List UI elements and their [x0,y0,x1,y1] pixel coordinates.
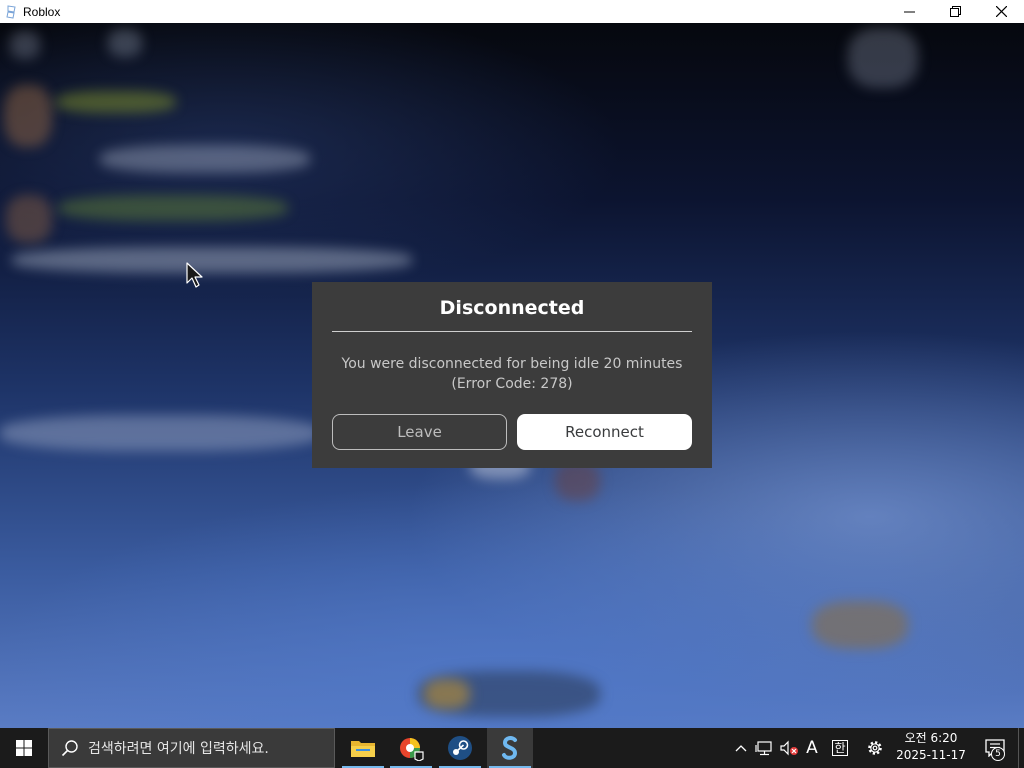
notification-count: 5 [995,749,1001,759]
minimize-icon [903,11,915,13]
taskbar: 검색하려면 여기에 입력하세요. A 한 오전 6:20 2025-11-17 … [0,728,1024,768]
search-placeholder: 검색하려면 여기에 입력하세요. [88,741,269,757]
taskbar-search-box[interactable]: 검색하려면 여기에 입력하세요. [48,728,335,768]
steam-icon [448,736,472,760]
network-icon [755,741,772,756]
search-icon [61,740,78,757]
window-title: Roblox [23,4,61,19]
roblox-icon [502,736,518,760]
clock-date: 2025-11-17 [896,748,966,762]
restore-button[interactable] [932,0,978,23]
folder-icon [351,741,375,757]
blurred-topbar-icon [108,29,142,57]
roblox-app-icon [6,4,16,19]
start-button[interactable] [0,728,48,768]
reconnect-button[interactable]: Reconnect [517,414,692,450]
restore-icon [949,6,961,17]
leave-button[interactable]: Leave [332,414,507,450]
dialog-error-code: (Error Code: 278) [451,376,573,392]
blurred-chat-avatar [6,195,52,243]
blurred-chat-avatar [4,85,52,147]
settings-button[interactable] [863,728,887,768]
chevron-up-icon [735,745,747,752]
taskbar-app-file-explorer[interactable] [340,728,386,768]
dialog-message: You were disconnected for being idle 20 … [312,354,712,394]
ime-indicator[interactable]: 한 [829,728,851,768]
leave-button-label: Leave [397,423,442,441]
taskbar-clock[interactable]: 오전 6:20 2025-11-17 [892,730,970,766]
input-mode-indicator[interactable]: A [802,728,822,768]
blurred-chat-line [100,145,310,173]
clock-time: 오전 6:20 [904,731,958,745]
notification-count-badge: 5 [991,747,1005,761]
volume-button[interactable] [777,728,801,768]
dialog-message-text: You were disconnected for being idle 20 … [341,356,683,372]
taskbar-app-steam[interactable] [437,728,483,768]
browser-icon [400,738,424,761]
minimize-button[interactable] [886,0,932,23]
blurred-chat-line [56,91,176,113]
close-button[interactable] [978,0,1024,23]
show-desktop-button[interactable] [1018,728,1024,768]
reconnect-button-label: Reconnect [565,423,644,441]
dialog-divider [332,331,692,332]
blurred-topbar-icon [10,31,40,59]
blurred-floor-stripe [0,415,320,451]
windows-logo-icon [16,740,32,756]
dialog-title: Disconnected [439,297,585,319]
ime-label: 한 [832,740,848,756]
blurred-chat-input [12,247,412,273]
window-title-bar: Roblox [0,0,1024,23]
blurred-profile [848,28,918,88]
close-icon [995,6,1007,17]
show-hidden-icons-button[interactable] [730,728,752,768]
taskbar-app-roblox[interactable] [487,728,533,768]
volume-muted-icon [780,740,798,756]
taskbar-app-browser[interactable] [388,728,434,768]
blurred-hotbar-slot [424,679,470,709]
input-mode-label: A [806,738,818,758]
gear-icon [868,741,882,755]
network-button[interactable] [752,728,776,768]
blurred-chat-line [58,195,288,221]
disconnected-dialog: Disconnected You were disconnected for b… [312,282,712,468]
blurred-button [812,601,908,649]
mouse-cursor-icon [186,262,203,288]
